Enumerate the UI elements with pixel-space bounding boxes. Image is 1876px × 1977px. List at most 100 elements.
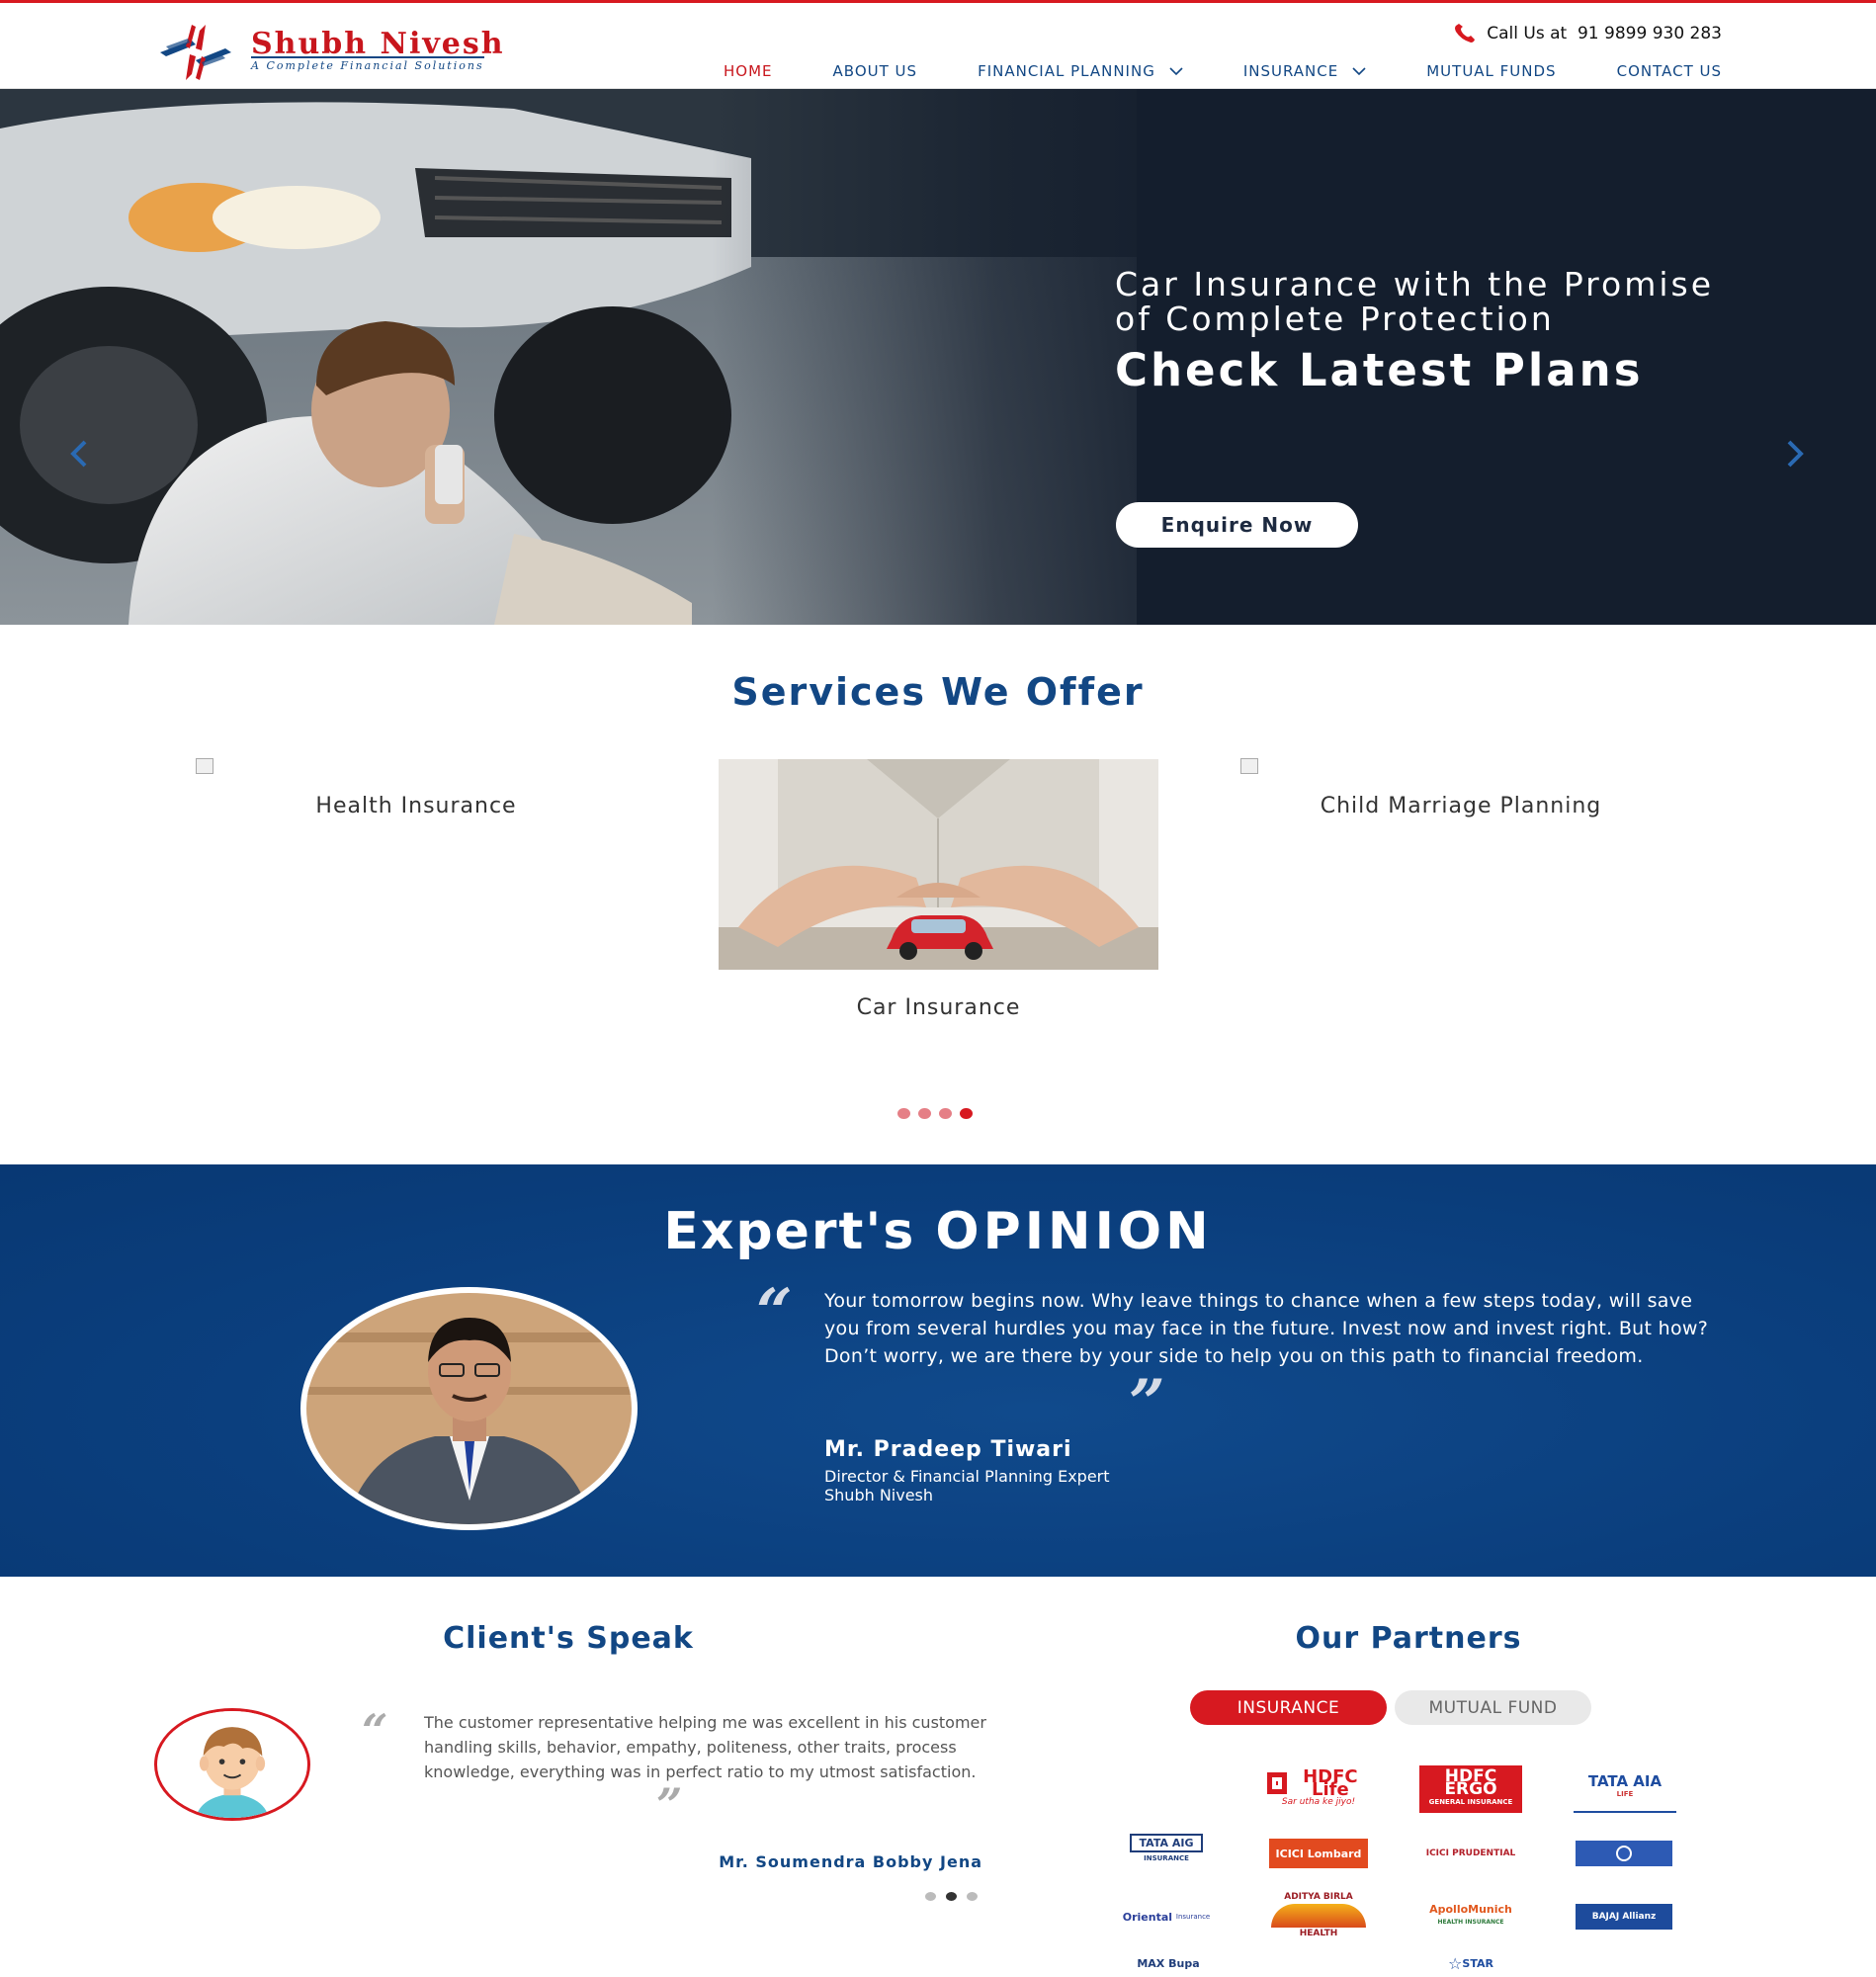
partner-tag: HEALTH [1299,1929,1338,1938]
site-header: Shubh Nivesh A Complete Financial Soluti… [0,3,1876,89]
partner-name: HDFC ERGO [1444,1765,1497,1799]
partner-name: TATA AIG [1129,1834,1204,1852]
partners-tabs: INSURANCE MUTUAL FUND [1190,1690,1591,1725]
partner-name: ApolloMunich [1429,1903,1512,1916]
client-quote: The customer representative helping me w… [424,1713,986,1781]
call-us[interactable]: Call Us at 91 9899 930 283 [1453,24,1722,43]
nav-about-us[interactable]: ABOUT US [833,62,918,80]
tab-mutual-fund[interactable]: MUTUAL FUND [1395,1690,1591,1725]
expert-role: Director & Financial Planning Expert Shu… [824,1467,1110,1504]
partner-logo-star-health[interactable]: ☆ STAR [1419,1957,1522,1977]
quote-open-icon: “ [362,1704,388,1758]
expert-quote: Your tomorrow begins now. Why leave thin… [824,1290,1709,1367]
partner-logo-icici-lombard[interactable]: ICICI Lombard [1269,1839,1368,1868]
nav-financial-planning[interactable]: FINANCIAL PLANNING [978,62,1183,80]
partner-tag: GENERAL INSURANCE [1428,1797,1513,1806]
partner-name: ICICI Lombard [1275,1847,1362,1860]
service-card-health-insurance[interactable]: Health Insurance [196,758,637,818]
nav-about-us-label: ABOUT US [832,62,918,80]
enquire-now-button[interactable]: Enquire Now [1116,502,1358,548]
nav-mutual-funds[interactable]: MUTUAL FUNDS [1426,62,1556,80]
carousel-dot[interactable] [967,1892,978,1901]
carousel-dot-active[interactable] [946,1892,957,1901]
nav-insurance-label: INSURANCE [1242,62,1339,80]
partner-name: MAX Bupa [1137,1957,1200,1970]
logo-mark-icon [160,25,231,80]
carousel-dot[interactable] [939,1108,952,1119]
partner-name: HDFC Life [1303,1765,1358,1800]
call-label: Call Us at [1487,24,1568,43]
nav-contact-us-label: CONTACT US [1616,62,1722,80]
main-nav: HOME ABOUT US FINANCIAL PLANNING INSURAN… [663,62,1722,80]
nav-contact-us[interactable]: CONTACT US [1617,62,1722,80]
tab-insurance[interactable]: INSURANCE [1190,1690,1387,1725]
partner-name: ICICI PRUDENTIAL [1425,1848,1516,1858]
broken-image-icon [196,758,213,774]
partner-logo-insurer[interactable] [1576,1841,1672,1866]
service-card-car-insurance[interactable]: Car Insurance [719,759,1158,1020]
partner-logo-aditya-birla[interactable]: ADITYA BIRLA HEALTH [1267,1890,1370,1941]
chevron-left-icon[interactable] [67,439,91,469]
expert-role-title: Director & Financial Planning Expert [824,1467,1110,1486]
carousel-dot[interactable] [925,1892,936,1901]
partner-tag: Insurance [1175,1912,1211,1921]
car-insurance-image [719,759,1158,970]
nav-mutual-funds-label: MUTUAL FUNDS [1426,62,1557,80]
broken-image-icon [1240,758,1258,774]
partner-logo-apollo-munich[interactable]: ApolloMunich HEALTH INSURANCE [1419,1896,1522,1935]
partner-name: TATA AIA [1587,1772,1663,1790]
hero-slider: Car Insurance with the Promise of Comple… [0,89,1876,625]
service-card-child-marriage-planning[interactable]: Child Marriage Planning [1240,758,1681,818]
clients-title: Client's Speak [443,1621,694,1656]
nav-home-label: HOME [724,62,773,80]
call-number: 91 9899 930 283 [1577,24,1722,43]
chevron-down-icon [1169,67,1183,76]
expert-name: Mr. Pradeep Tiwari [824,1437,1072,1462]
site-logo[interactable]: Shubh Nivesh A Complete Financial Soluti… [156,23,522,82]
client-avatar-icon [158,1711,306,1818]
partner-logo-max-bupa[interactable]: MAX Bupa [1117,1957,1220,1977]
services-title: Services We Offer [731,670,1145,714]
partner-logo-hdfc-life[interactable]: HDFC Life Sar utha ke jiyo! [1267,1765,1370,1813]
phone-icon [1455,24,1476,43]
partner-name: Oriental [1122,1910,1173,1924]
quote-open-icon: “ [756,1275,793,1349]
hero-subtitle-line1: Car Insurance with the Promise [1115,265,1715,303]
services-carousel-dots [897,1108,973,1119]
partner-logo-tata-aia[interactable]: TATA AIA LIFE [1574,1765,1676,1813]
expert-portrait [306,1293,632,1524]
partner-logo-bajaj-allianz[interactable]: BAJAJ Allianz [1576,1904,1672,1930]
expert-photo [300,1287,638,1530]
service-label: Health Insurance [315,794,517,818]
expert-title: Expert's OPINION [0,1202,1876,1261]
hero-subtitle-line2: of Complete Protection [1115,300,1555,338]
partners-title: Our Partners [1295,1621,1522,1656]
carousel-dot[interactable] [897,1108,910,1119]
partner-logo-icici-prudential[interactable]: ICICI PRUDENTIAL [1419,1839,1522,1868]
nav-insurance[interactable]: INSURANCE [1243,62,1366,80]
expert-title-light: Expert's [663,1202,916,1261]
chevron-down-icon [1352,67,1366,76]
nav-home[interactable]: HOME [724,62,773,80]
hero-caption: Car Insurance with the Promise of Comple… [1115,267,1827,396]
hero-title: Check Latest Plans [1115,344,1644,396]
partner-name: BAJAJ Allianz [1591,1911,1657,1922]
logo-tagline: A Complete Financial Solutions [251,56,484,72]
carousel-dot[interactable] [918,1108,931,1119]
chevron-right-icon[interactable] [1783,439,1807,469]
partner-tag: LIFE [1616,1790,1634,1798]
service-label: Child Marriage Planning [1320,794,1602,818]
service-label: Car Insurance [856,995,1021,1020]
expert-title-bold: OPINION [935,1202,1213,1261]
partner-tag: HEALTH INSURANCE [1437,1919,1504,1926]
partner-logo-tata-aig[interactable]: TATA AIG INSURANCE [1115,1831,1218,1868]
expert-opinion-section: Expert's OPINION “ Your tomorrow begins … [0,1164,1876,1577]
carousel-dot-active[interactable] [960,1108,973,1119]
client-name: Mr. Soumendra Bobby Jena [719,1852,982,1871]
nav-financial-planning-label: FINANCIAL PLANNING [978,62,1155,80]
partner-tag: INSURANCE [1144,1854,1189,1862]
client-avatar [154,1708,310,1821]
partner-tag: Sar utha ke jiyo! [1281,1796,1356,1807]
partner-logo-hdfc-ergo[interactable]: HDFC ERGO GENERAL INSURANCE [1419,1765,1522,1813]
partner-logo-oriental[interactable]: Oriental Insurance [1115,1898,1218,1935]
